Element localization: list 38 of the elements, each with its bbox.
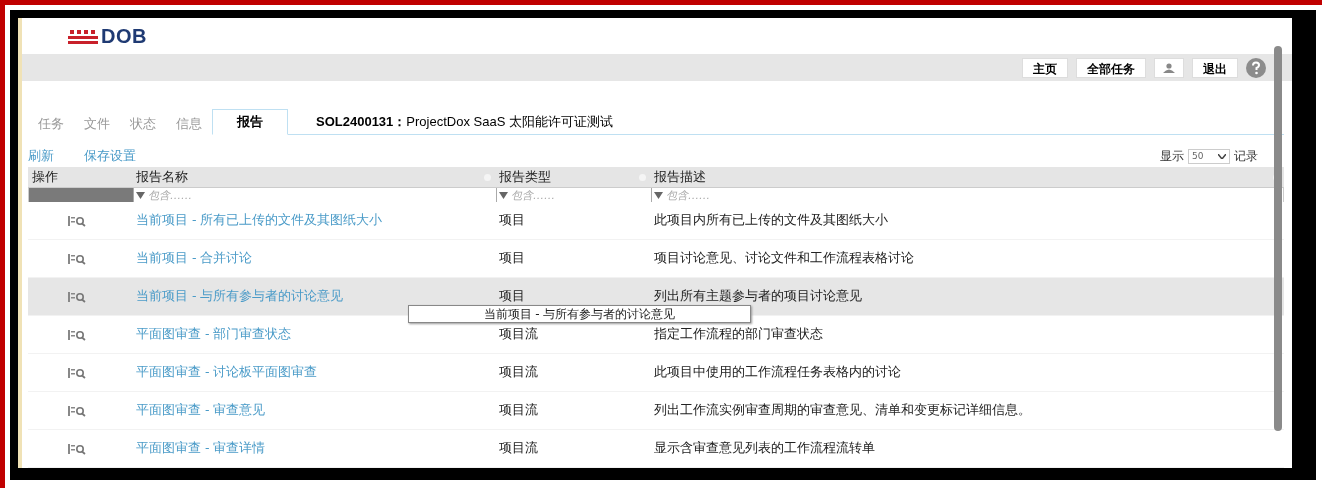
column-header: 操作 <box>32 168 58 186</box>
logo-text: DOB <box>101 24 147 48</box>
project-title: SOL2400131：ProjectDox SaaS 太阳能许可证测试 <box>316 113 613 131</box>
table-cell-text: 列出工作流实例审查周期的审查意见、清单和变更标记详细信息。 <box>653 402 1032 419</box>
table-cell-text: 指定工作流程的部门审查状态 <box>653 326 824 343</box>
table-row[interactable]: 当前项目 - 所有已上传的文件及其图纸大小 项目 此项目内所有已上传的文件及其图纸大小 <box>28 202 1284 240</box>
report-link[interactable]: 当前项目 - 与所有参与者的讨论意见 <box>132 288 344 305</box>
column-header: 报告类型 <box>499 168 551 186</box>
report-link[interactable]: 平面图审查 - 审查意见 <box>132 402 266 419</box>
report-link[interactable]: 平面图审查 - 讨论板平面图审查 <box>132 364 318 381</box>
report-link[interactable]: 平面图审查 - 部门审查状态 <box>132 326 292 343</box>
table-cell-text: 项目 <box>498 250 526 267</box>
page-size-select[interactable]: 50 <box>1188 148 1230 164</box>
tab[interactable]: 报告 <box>212 109 288 135</box>
nav-button[interactable]: 主页 <box>1022 57 1068 78</box>
page-size-label: 记录 <box>1234 147 1258 165</box>
table-cell-text: 项目流 <box>498 402 539 419</box>
table-cell-text: 项目 <box>498 288 526 305</box>
nav-button[interactable]: 全部任务 <box>1076 57 1146 78</box>
table-cell-text: 项目流 <box>498 440 539 457</box>
column-header: 报告描述 <box>654 168 706 186</box>
table-cell-text: 此项目内所有已上传的文件及其图纸大小 <box>653 212 889 229</box>
table-cell-text: 项目流 <box>498 364 539 381</box>
table-cell-text: 项目 <box>498 212 526 229</box>
page-size-label: 显示 <box>1160 147 1184 165</box>
table-cell-text: 项目流 <box>498 326 539 343</box>
column-header: 报告名称 <box>136 168 188 186</box>
table-cell-text: 列出所有主题参与者的项目讨论意见 <box>653 288 863 305</box>
tooltip: 当前项目 - 与所有参与者的讨论意见 <box>408 305 751 323</box>
action-link[interactable]: 刷新 <box>28 147 54 165</box>
nav-button[interactable]: 退出 <box>1192 57 1238 78</box>
table-cell-text: 项目讨论意见、讨论文件和工作流程表格讨论 <box>653 250 915 267</box>
table-cell-text: 此项目中使用的工作流程任务表格内的讨论 <box>653 364 902 381</box>
report-link[interactable]: 当前项目 - 合并讨论 <box>132 250 253 267</box>
report-link[interactable]: 平面图审查 - 审查详情 <box>132 440 266 457</box>
table-cell-text: 显示含审查意见列表的工作流程流转单 <box>653 440 876 457</box>
action-link[interactable]: 保存设置 <box>84 147 136 165</box>
report-link[interactable]: 当前项目 - 所有已上传的文件及其图纸大小 <box>132 212 383 229</box>
